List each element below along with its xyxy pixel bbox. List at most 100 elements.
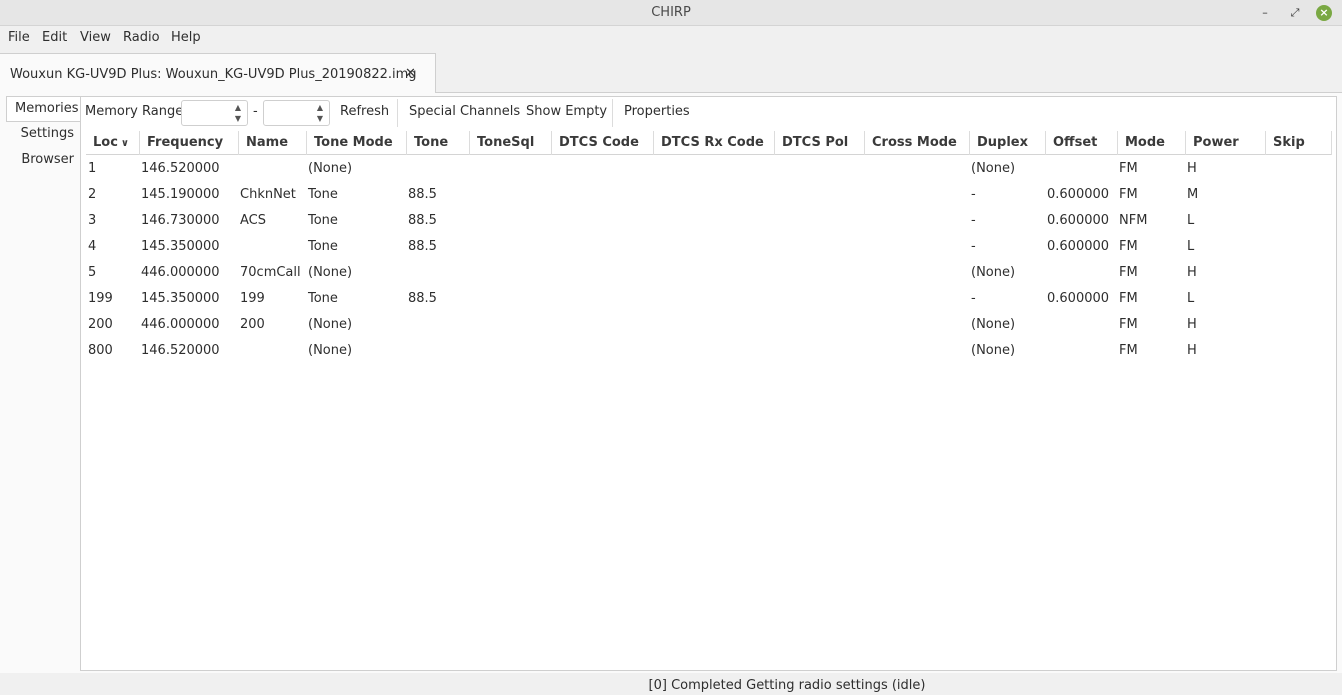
cell-tone-mode[interactable]: Tone bbox=[308, 187, 338, 202]
cell-tone[interactable]: 88.5 bbox=[408, 291, 437, 306]
cell-offset[interactable]: 0.600000 bbox=[1047, 291, 1109, 306]
table-row[interactable]: 5 446.000000 70cmCall (None) (None) FM H bbox=[86, 259, 1332, 285]
cell-loc[interactable]: 3 bbox=[88, 213, 96, 228]
column-header-dtcs-pol[interactable]: DTCS Pol bbox=[775, 131, 865, 155]
cell-tone-mode[interactable]: Tone bbox=[308, 239, 338, 254]
cell-frequency[interactable]: 446.000000 bbox=[141, 265, 220, 280]
cell-duplex[interactable]: - bbox=[971, 291, 976, 306]
cell-power[interactable]: H bbox=[1187, 317, 1197, 332]
cell-tone-mode[interactable]: (None) bbox=[308, 317, 352, 332]
cell-frequency[interactable]: 146.520000 bbox=[141, 161, 220, 176]
table-row[interactable]: 4 145.350000 Tone 88.5 - 0.600000 FM L bbox=[86, 233, 1332, 259]
cell-offset[interactable]: 0.600000 bbox=[1047, 239, 1109, 254]
close-window-icon[interactable]: × bbox=[1316, 5, 1332, 21]
cell-loc[interactable]: 199 bbox=[88, 291, 113, 306]
column-header-dtcs-rx-code[interactable]: DTCS Rx Code bbox=[654, 131, 775, 155]
cell-power[interactable]: L bbox=[1187, 239, 1194, 254]
column-header-tone-mode[interactable]: Tone Mode bbox=[307, 131, 407, 155]
column-header-power[interactable]: Power bbox=[1186, 131, 1266, 155]
cell-tone-mode[interactable]: Tone bbox=[308, 291, 338, 306]
column-header-cross-mode[interactable]: Cross Mode bbox=[865, 131, 970, 155]
cell-mode[interactable]: FM bbox=[1119, 187, 1138, 202]
chevron-up-icon[interactable]: ▲ bbox=[314, 102, 326, 113]
maximize-icon[interactable]: ⤢ bbox=[1286, 4, 1304, 22]
column-header-mode[interactable]: Mode bbox=[1118, 131, 1186, 155]
cell-offset[interactable]: 0.600000 bbox=[1047, 213, 1109, 228]
cell-frequency[interactable]: 446.000000 bbox=[141, 317, 220, 332]
column-header-name[interactable]: Name bbox=[239, 131, 307, 155]
cell-frequency[interactable]: 145.350000 bbox=[141, 239, 220, 254]
refresh-button[interactable]: Refresh bbox=[340, 104, 389, 119]
cell-frequency[interactable]: 146.730000 bbox=[141, 213, 220, 228]
cell-tone-mode[interactable]: (None) bbox=[308, 265, 352, 280]
show-empty-button[interactable]: Show Empty bbox=[526, 104, 607, 119]
menu-view[interactable]: View bbox=[80, 30, 111, 45]
cell-duplex[interactable]: (None) bbox=[971, 265, 1015, 280]
cell-tone[interactable]: 88.5 bbox=[408, 239, 437, 254]
cell-loc[interactable]: 200 bbox=[88, 317, 113, 332]
cell-duplex[interactable]: - bbox=[971, 213, 976, 228]
table-row[interactable]: 3 146.730000 ACS Tone 88.5 - 0.600000 NFM L bbox=[86, 207, 1332, 233]
range-start-spinner[interactable]: ▲ ▼ bbox=[181, 100, 248, 126]
cell-duplex[interactable]: (None) bbox=[971, 343, 1015, 358]
cell-duplex[interactable]: (None) bbox=[971, 317, 1015, 332]
cell-power[interactable]: H bbox=[1187, 343, 1197, 358]
table-row[interactable]: 800 146.520000 (None) (None) FM H bbox=[86, 337, 1332, 363]
cell-name[interactable]: ChknNet bbox=[240, 187, 296, 202]
column-header-tone[interactable]: Tone bbox=[407, 131, 470, 155]
cell-loc[interactable]: 1 bbox=[88, 161, 96, 176]
menu-file[interactable]: File bbox=[8, 30, 30, 45]
cell-tone-mode[interactable]: (None) bbox=[308, 161, 352, 176]
menu-radio[interactable]: Radio bbox=[123, 30, 160, 45]
column-header-skip[interactable]: Skip bbox=[1266, 131, 1332, 155]
chevron-down-icon[interactable]: ▼ bbox=[314, 113, 326, 124]
cell-loc[interactable]: 800 bbox=[88, 343, 113, 358]
cell-loc[interactable]: 2 bbox=[88, 187, 96, 202]
cell-power[interactable]: L bbox=[1187, 213, 1194, 228]
cell-mode[interactable]: FM bbox=[1119, 239, 1138, 254]
column-header-loc[interactable]: Loc ∨ bbox=[86, 131, 140, 155]
properties-button[interactable]: Properties bbox=[624, 104, 690, 119]
cell-tone[interactable]: 88.5 bbox=[408, 213, 437, 228]
tab-browser[interactable]: Browser bbox=[21, 152, 74, 167]
cell-loc[interactable]: 5 bbox=[88, 265, 96, 280]
table-row[interactable]: 2 145.190000 ChknNet Tone 88.5 - 0.600000 FM M bbox=[86, 181, 1332, 207]
cell-frequency[interactable]: 145.190000 bbox=[141, 187, 220, 202]
cell-power[interactable]: H bbox=[1187, 161, 1197, 176]
table-row[interactable]: 1 146.520000 (None) (None) FM H bbox=[86, 155, 1332, 181]
cell-duplex[interactable]: - bbox=[971, 239, 976, 254]
cell-offset[interactable]: 0.600000 bbox=[1047, 187, 1109, 202]
tab-settings[interactable]: Settings bbox=[21, 126, 74, 141]
cell-tone[interactable]: 88.5 bbox=[408, 187, 437, 202]
cell-name[interactable]: ACS bbox=[240, 213, 266, 228]
cell-frequency[interactable]: 145.350000 bbox=[141, 291, 220, 306]
menu-edit[interactable]: Edit bbox=[42, 30, 67, 45]
range-end-spinner[interactable]: ▲ ▼ bbox=[263, 100, 330, 126]
cell-mode[interactable]: FM bbox=[1119, 161, 1138, 176]
menu-help[interactable]: Help bbox=[171, 30, 201, 45]
cell-tone-mode[interactable]: (None) bbox=[308, 343, 352, 358]
cell-mode[interactable]: FM bbox=[1119, 291, 1138, 306]
file-tab[interactable]: Wouxun KG-UV9D Plus: Wouxun_KG-UV9D Plus… bbox=[0, 53, 436, 94]
close-tab-icon[interactable]: ✕ bbox=[405, 66, 416, 81]
column-header-offset[interactable]: Offset bbox=[1046, 131, 1118, 155]
chevron-up-icon[interactable]: ▲ bbox=[232, 102, 244, 113]
cell-name[interactable]: 199 bbox=[240, 291, 265, 306]
table-row[interactable]: 199 145.350000 199 Tone 88.5 - 0.600000 FM L bbox=[86, 285, 1332, 311]
minimize-icon[interactable]: – bbox=[1256, 4, 1274, 22]
cell-mode[interactable]: NFM bbox=[1119, 213, 1147, 228]
cell-frequency[interactable]: 146.520000 bbox=[141, 343, 220, 358]
cell-power[interactable]: M bbox=[1187, 187, 1198, 202]
cell-power[interactable]: L bbox=[1187, 291, 1194, 306]
table-row[interactable]: 200 446.000000 200 (None) (None) FM H bbox=[86, 311, 1332, 337]
column-header-duplex[interactable]: Duplex bbox=[970, 131, 1046, 155]
tab-memories[interactable]: Memories bbox=[6, 96, 82, 122]
chevron-down-icon[interactable]: ▼ bbox=[232, 113, 244, 124]
cell-mode[interactable]: FM bbox=[1119, 265, 1138, 280]
cell-duplex[interactable]: - bbox=[971, 187, 976, 202]
special-channels-button[interactable]: Special Channels bbox=[409, 104, 520, 119]
column-header-dtcs-code[interactable]: DTCS Code bbox=[552, 131, 654, 155]
cell-duplex[interactable]: (None) bbox=[971, 161, 1015, 176]
column-header-frequency[interactable]: Frequency bbox=[140, 131, 239, 155]
column-header-tonesql[interactable]: ToneSql bbox=[470, 131, 552, 155]
